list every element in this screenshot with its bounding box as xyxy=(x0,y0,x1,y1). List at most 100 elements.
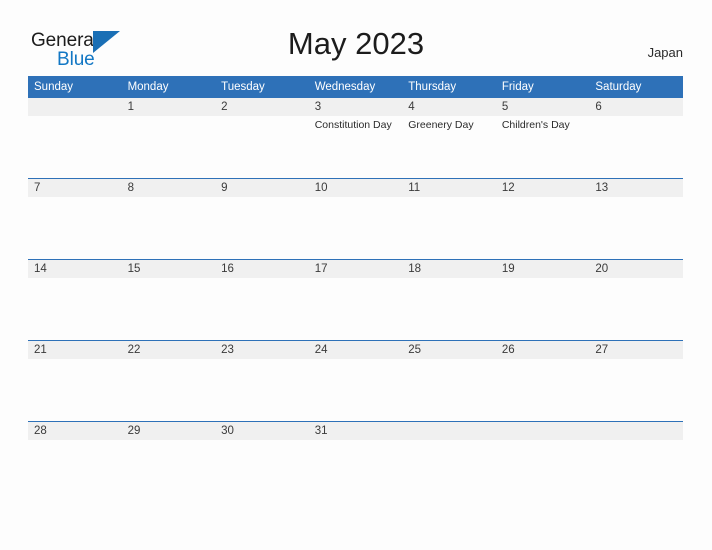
day-cell[interactable] xyxy=(589,197,683,259)
weekday-friday: Friday xyxy=(501,80,534,93)
day-cell[interactable] xyxy=(28,440,122,502)
day-cell[interactable] xyxy=(28,278,122,340)
week-event-band xyxy=(28,359,683,421)
day-cell[interactable] xyxy=(589,359,683,421)
day-cell[interactable] xyxy=(215,359,309,421)
day-number[interactable]: 16 xyxy=(215,260,309,278)
day-cell[interactable] xyxy=(589,440,683,502)
weekday-monday: Monday xyxy=(127,80,169,93)
day-cell[interactable] xyxy=(309,359,403,421)
day-number[interactable]: 24 xyxy=(309,341,403,359)
day-cell[interactable] xyxy=(28,359,122,421)
week-date-band: 7 8 9 10 11 12 13 xyxy=(28,179,683,197)
day-cell[interactable] xyxy=(402,440,496,502)
day-number[interactable]: 28 xyxy=(28,422,122,440)
day-number[interactable]: 31 xyxy=(309,422,403,440)
day-cell[interactable]: Constitution Day xyxy=(309,116,403,178)
day-number[interactable]: 9 xyxy=(215,179,309,197)
day-number[interactable]: 11 xyxy=(402,179,496,197)
day-cell[interactable] xyxy=(122,116,216,178)
day-cell[interactable] xyxy=(496,197,590,259)
weekday-wednesday: Wednesday xyxy=(314,80,376,93)
day-number[interactable]: 12 xyxy=(496,179,590,197)
weekday-header-row: Sunday Monday Tuesday Wednesday Thursday… xyxy=(28,76,683,97)
day-number[interactable]: 26 xyxy=(496,341,590,359)
week-date-band: 21 22 23 24 25 26 27 xyxy=(28,341,683,359)
day-cell[interactable] xyxy=(309,440,403,502)
week-row: 14 15 16 17 18 19 20 xyxy=(28,259,683,340)
week-row: 1 2 3 4 5 6 Constitution Day Greenery Da… xyxy=(28,97,683,178)
week-row: 28 29 30 31 xyxy=(28,421,683,502)
region-label: Japan xyxy=(647,45,683,60)
day-number[interactable] xyxy=(496,422,590,440)
day-number[interactable]: 27 xyxy=(589,341,683,359)
calendar-page: General Blue May 2023 Japan Sunday Monda… xyxy=(0,0,712,550)
day-cell[interactable] xyxy=(589,278,683,340)
day-number[interactable]: 25 xyxy=(402,341,496,359)
day-cell[interactable] xyxy=(215,278,309,340)
event-label: Constitution Day xyxy=(314,119,392,131)
calendar-table: Sunday Monday Tuesday Wednesday Thursday… xyxy=(28,76,683,502)
week-row: 21 22 23 24 25 26 27 xyxy=(28,340,683,421)
event-label: Children's Day xyxy=(501,119,570,131)
day-number[interactable]: 14 xyxy=(28,260,122,278)
day-cell[interactable]: Children's Day xyxy=(496,116,590,178)
day-number[interactable]: 21 xyxy=(28,341,122,359)
week-event-band xyxy=(28,440,683,502)
day-cell[interactable] xyxy=(496,278,590,340)
weekday-saturday: Saturday xyxy=(595,80,642,93)
day-cell[interactable] xyxy=(122,197,216,259)
day-cell[interactable] xyxy=(496,359,590,421)
day-number[interactable] xyxy=(28,98,122,116)
day-number[interactable] xyxy=(402,422,496,440)
day-number[interactable]: 15 xyxy=(122,260,216,278)
day-number[interactable]: 23 xyxy=(215,341,309,359)
day-number[interactable]: 29 xyxy=(122,422,216,440)
week-event-band xyxy=(28,278,683,340)
day-cell[interactable] xyxy=(589,116,683,178)
day-number[interactable]: 22 xyxy=(122,341,216,359)
page-header: General Blue May 2023 Japan xyxy=(0,0,712,76)
week-date-band: 28 29 30 31 xyxy=(28,422,683,440)
day-cell[interactable] xyxy=(496,440,590,502)
day-number[interactable] xyxy=(589,422,683,440)
day-cell[interactable] xyxy=(28,197,122,259)
weekday-sunday: Sunday xyxy=(34,80,74,93)
day-number[interactable]: 7 xyxy=(28,179,122,197)
day-cell[interactable] xyxy=(122,440,216,502)
day-number[interactable]: 30 xyxy=(215,422,309,440)
page-title: May 2023 xyxy=(287,26,425,61)
day-number[interactable]: 8 xyxy=(122,179,216,197)
day-number[interactable]: 17 xyxy=(309,260,403,278)
day-number[interactable]: 18 xyxy=(402,260,496,278)
day-cell[interactable] xyxy=(402,359,496,421)
day-number[interactable]: 6 xyxy=(589,98,683,116)
day-number[interactable]: 19 xyxy=(496,260,590,278)
day-number[interactable]: 20 xyxy=(589,260,683,278)
day-number[interactable]: 13 xyxy=(589,179,683,197)
weekday-thursday: Thursday xyxy=(408,80,457,93)
day-cell[interactable] xyxy=(402,197,496,259)
day-number[interactable]: 1 xyxy=(122,98,216,116)
day-cell[interactable]: Greenery Day xyxy=(402,116,496,178)
week-row: 7 8 9 10 11 12 13 xyxy=(28,178,683,259)
day-cell[interactable] xyxy=(215,440,309,502)
day-cell[interactable] xyxy=(309,278,403,340)
week-date-band: 1 2 3 4 5 6 xyxy=(28,98,683,116)
week-event-band xyxy=(28,197,683,259)
day-number[interactable]: 2 xyxy=(215,98,309,116)
day-cell[interactable] xyxy=(402,278,496,340)
week-date-band: 14 15 16 17 18 19 20 xyxy=(28,260,683,278)
weekday-tuesday: Tuesday xyxy=(221,80,265,93)
day-cell[interactable] xyxy=(28,116,122,178)
day-cell[interactable] xyxy=(309,197,403,259)
day-cell[interactable] xyxy=(215,116,309,178)
week-event-band: Constitution Day Greenery Day Children's… xyxy=(28,116,683,178)
day-number[interactable]: 3 xyxy=(309,98,403,116)
day-number[interactable]: 10 xyxy=(309,179,403,197)
day-number[interactable]: 4 xyxy=(402,98,496,116)
day-cell[interactable] xyxy=(122,359,216,421)
day-cell[interactable] xyxy=(122,278,216,340)
day-cell[interactable] xyxy=(215,197,309,259)
day-number[interactable]: 5 xyxy=(496,98,590,116)
